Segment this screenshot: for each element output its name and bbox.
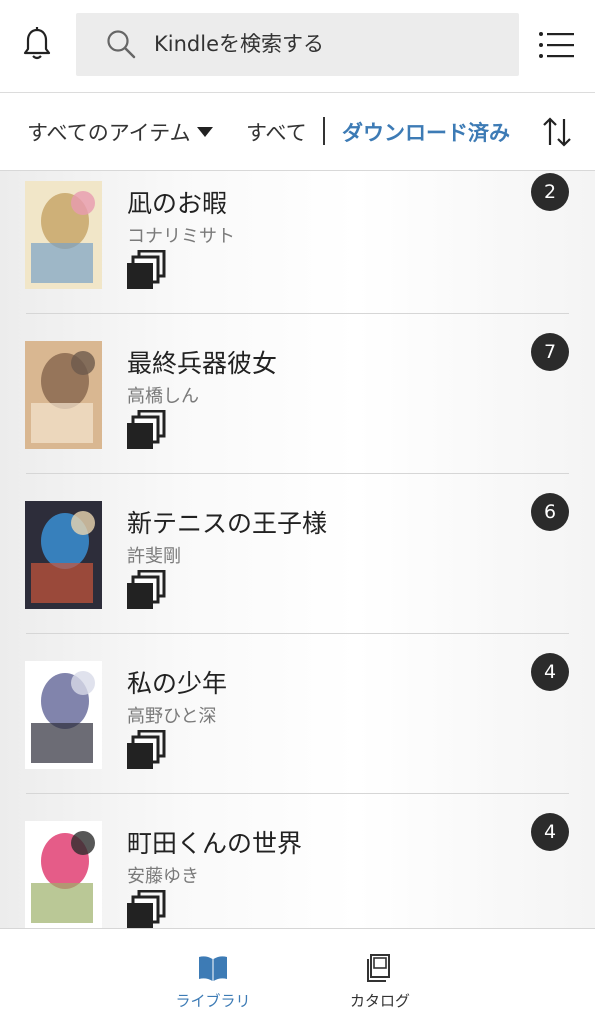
book-title: 町田くんの世界 (127, 829, 303, 858)
tab-catalog-label: カタログ (349, 992, 410, 1010)
book-author: 安藤ゆき (127, 866, 199, 887)
book-cover-image[interactable] (25, 821, 102, 928)
catalog-icon (367, 954, 390, 982)
book-author: 高橋しん (127, 386, 199, 407)
volume-count-badge: 4 (531, 813, 569, 851)
search-box[interactable] (76, 13, 519, 76)
volume-count-badge: 2 (531, 173, 569, 211)
tab-library-label: ライブラリ (175, 992, 251, 1010)
all-items-label: すべてのアイテム (27, 121, 191, 145)
bottom-nav: ライブラリ カタログ (0, 928, 595, 1025)
search-icon (107, 30, 136, 59)
bell-icon[interactable] (22, 26, 52, 62)
book-list: 凪のお暇コナリミサト 2 最終兵器彼女高橋しん 7 新テニスの王子様許斐剛 6 私の少年高野… (0, 171, 595, 928)
book-row[interactable]: 町田くんの世界安藤ゆき 4 (0, 794, 595, 928)
book-cover-image[interactable] (25, 181, 102, 289)
series-stack-icon (127, 570, 166, 609)
open-book-icon (199, 956, 227, 981)
volume-count-badge: 6 (531, 493, 569, 531)
filter-bar: すべてのアイテム すべて ダウンロード済み (0, 93, 595, 171)
series-stack-icon (127, 890, 166, 928)
series-stack-icon (127, 410, 166, 449)
list-menu-icon[interactable] (538, 28, 574, 62)
book-cover-image[interactable] (25, 501, 102, 609)
book-title: 最終兵器彼女 (127, 349, 278, 378)
book-row[interactable]: 私の少年高野ひと深 4 (0, 634, 595, 794)
filter-all[interactable]: すべて (246, 117, 307, 147)
filter-downloaded[interactable]: ダウンロード済み (342, 117, 510, 147)
volume-count-badge: 4 (531, 653, 569, 691)
filter-divider (323, 117, 325, 145)
caret-down-icon (196, 127, 213, 137)
tab-catalog[interactable]: カタログ (320, 929, 440, 1025)
book-author: 高野ひと深 (127, 706, 217, 727)
search-input[interactable] (154, 27, 494, 61)
book-cover-image[interactable] (25, 661, 102, 769)
book-author: 許斐剛 (127, 546, 181, 567)
book-row[interactable]: 凪のお暇コナリミサト 2 (0, 171, 595, 314)
book-row[interactable]: 最終兵器彼女高橋しん 7 (0, 314, 595, 474)
book-cover-image[interactable] (25, 341, 102, 449)
book-row[interactable]: 新テニスの王子様許斐剛 6 (0, 474, 595, 634)
book-title: 私の少年 (127, 669, 228, 698)
book-title: 新テニスの王子様 (127, 509, 328, 538)
sort-arrows-icon[interactable] (540, 115, 574, 149)
volume-count-badge: 7 (531, 333, 569, 371)
book-title: 凪のお暇 (127, 189, 228, 218)
top-bar (0, 0, 595, 93)
series-stack-icon (127, 250, 166, 289)
book-author: コナリミサト (127, 226, 235, 247)
series-stack-icon (127, 730, 166, 769)
all-items-dropdown[interactable]: すべてのアイテム (27, 117, 213, 147)
tab-library[interactable]: ライブラリ (153, 929, 273, 1025)
